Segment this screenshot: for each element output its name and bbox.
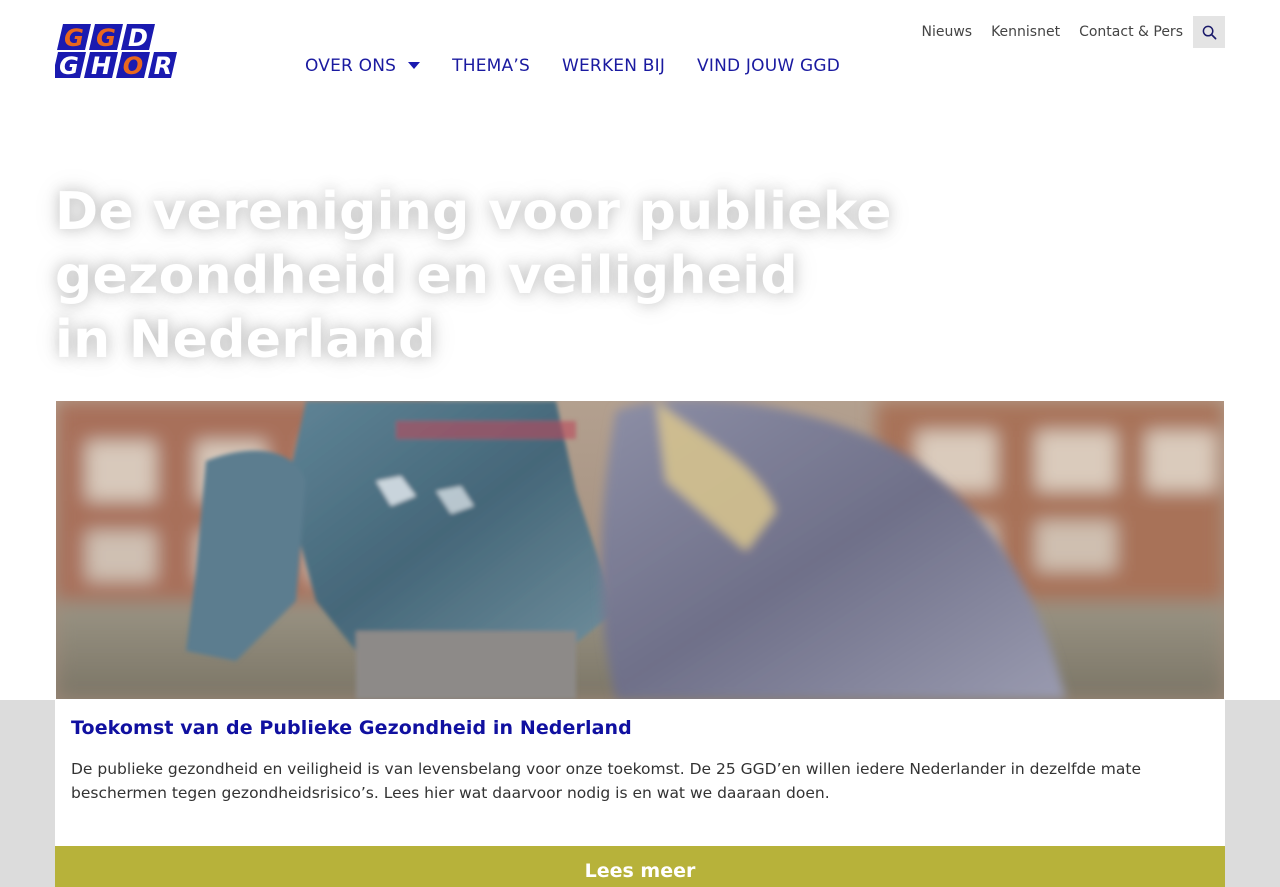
logo-letter: G (96, 24, 116, 52)
site-header: G G D G H O R Nieuws Kennisnet Contact &… (0, 0, 1280, 100)
nav-themas[interactable]: THEMA’S (452, 56, 530, 76)
hero-title: De vereniging voor publieke gezondheid e… (55, 180, 955, 372)
link-kennisnet[interactable]: Kennisnet (991, 24, 1060, 40)
logo-letter: G (59, 52, 79, 80)
caret-down-icon (408, 62, 421, 69)
nav-werken-bij[interactable]: WERKEN BIJ (562, 56, 665, 76)
link-nieuws[interactable]: Nieuws (921, 24, 972, 40)
lees-meer-button[interactable]: Lees meer (55, 846, 1225, 887)
logo-letter: H (91, 52, 111, 80)
nav-vind-jouw-ggd[interactable]: VIND JOUW GGD (697, 56, 840, 76)
logo-letter: R (154, 52, 172, 80)
nav-label: WERKEN BIJ (561, 56, 666, 76)
nav-label: THEMA’S (452, 56, 530, 76)
card-title[interactable]: Toekomst van de Publieke Gezondheid in N… (71, 717, 1209, 739)
nav-label: VIND JOUW GGD (697, 56, 840, 76)
hero-title-line: in Nederland (55, 310, 436, 370)
logo-letter: O (123, 52, 143, 80)
logo-letter: G (64, 24, 84, 52)
feature-card: Toekomst van de Publieke Gezondheid in N… (55, 699, 1225, 846)
ggd-ghor-logo: G G D G H O R (55, 24, 177, 80)
search-icon (1202, 25, 1216, 39)
card-text: De publieke gezondheid en veiligheid is … (71, 760, 1141, 802)
link-contact-pers[interactable]: Contact & Pers (1079, 24, 1183, 40)
utility-nav: Nieuws Kennisnet Contact & Pers (921, 16, 1225, 48)
nav-over-ons[interactable]: OVER ONS (305, 56, 421, 76)
hero-photo (56, 401, 1224, 699)
hero-title-line: De vereniging voor publieke (55, 182, 892, 242)
main-nav: OVER ONS THEMA’S WERKEN BIJ VIND JOUW GG… (305, 56, 872, 76)
search-button[interactable] (1193, 16, 1225, 48)
hero-title-line: gezondheid en veiligheid (55, 246, 798, 306)
nav-label: OVER ONS (305, 56, 397, 76)
logo-letter: D (128, 24, 148, 52)
